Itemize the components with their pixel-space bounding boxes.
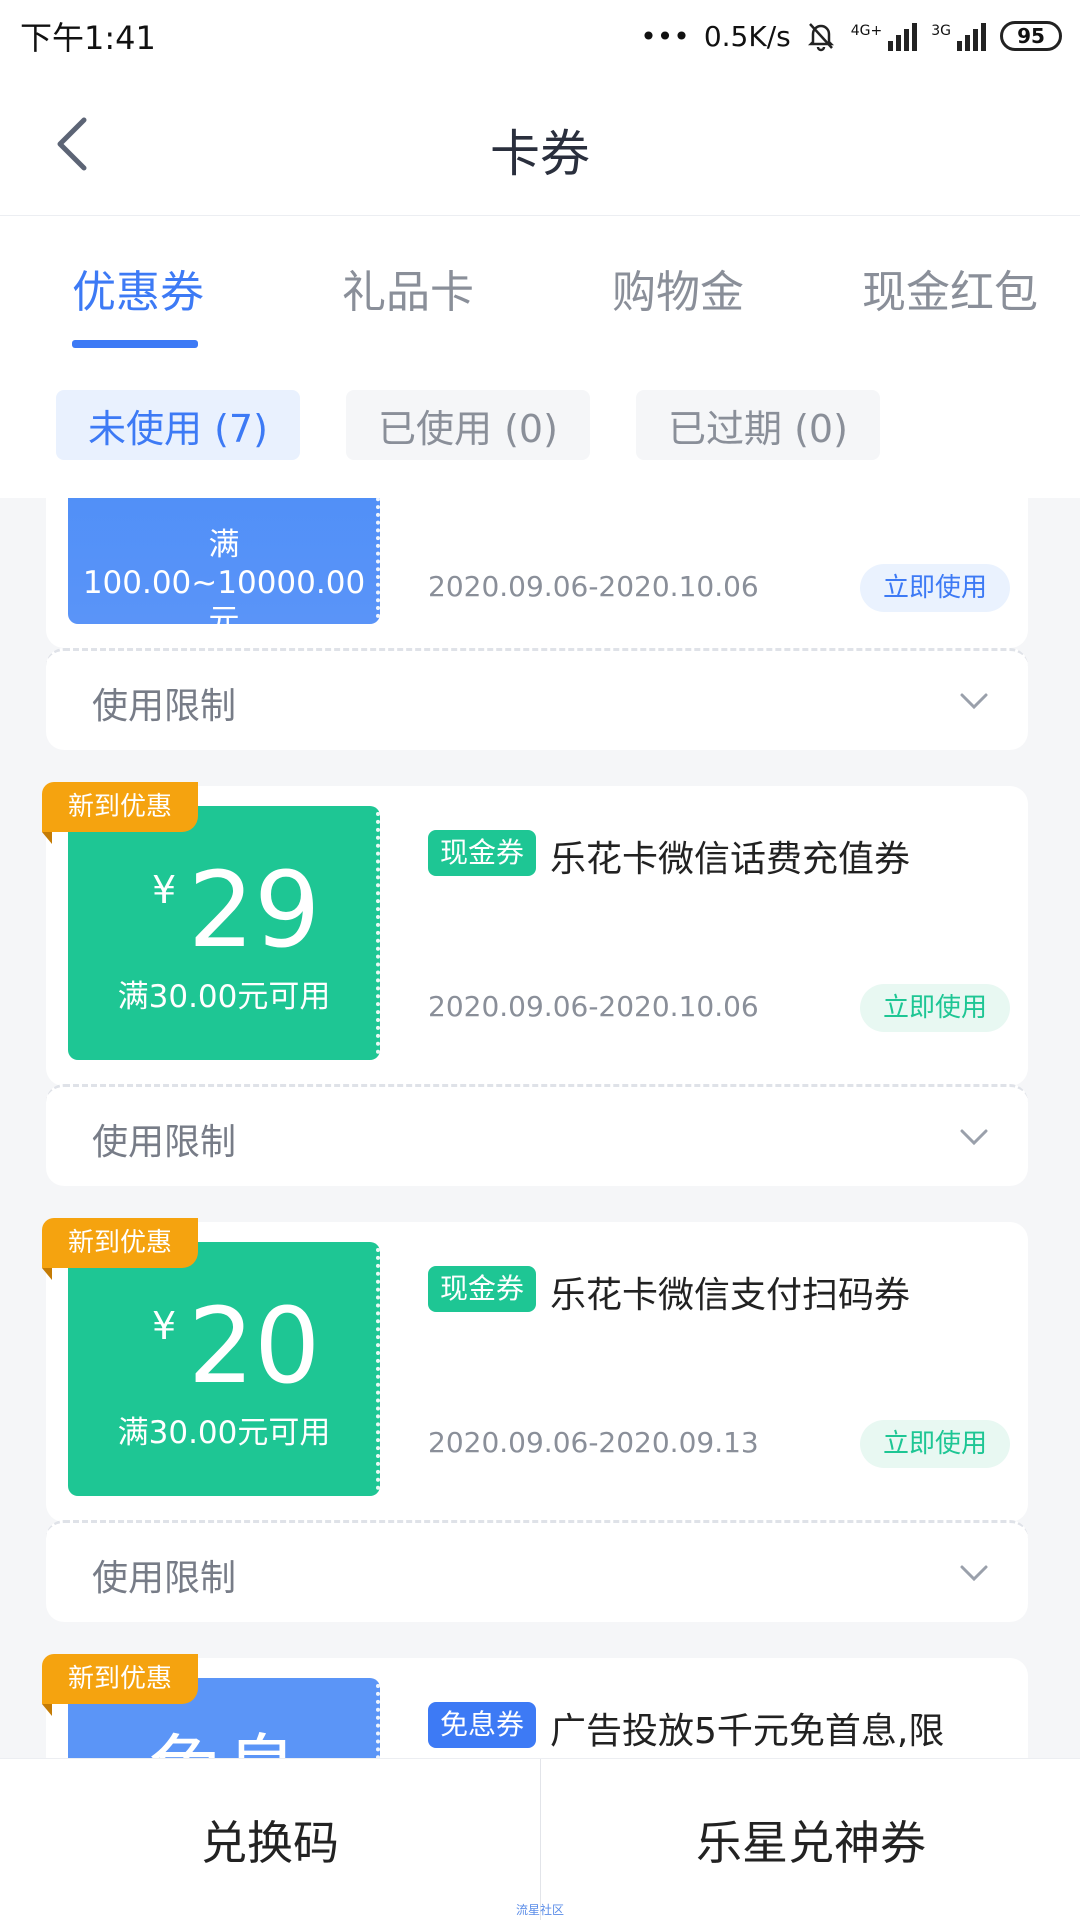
coupon-validity: 2020.09.06-2020.10.06	[428, 990, 759, 1023]
coupon-card: 新到优惠 ¥ 29 满30.00元可用 现金券 乐花卡微信话费充值券 2020.…	[42, 782, 1028, 1086]
currency-symbol: ¥	[152, 868, 177, 912]
new-offer-badge: 新到优惠	[42, 1218, 198, 1280]
page-title: 卡券	[490, 125, 590, 183]
coupon-validity: 2020.09.06-2020.10.06	[428, 570, 759, 603]
use-now-button[interactable]: 立即使用	[860, 1420, 1010, 1468]
tab-gift-cards[interactable]: 礼品卡	[342, 256, 474, 320]
coupon-title: 广告投放5千元免首息,限	[550, 1711, 945, 1752]
usage-limit-label: 使用限制	[92, 1122, 237, 1163]
bottom-action-bar: 兑换码 乐星兑神券 流星社区	[0, 1758, 1080, 1920]
usage-limit-row[interactable]: 使用限制	[46, 1084, 1028, 1186]
signal-icon	[888, 21, 918, 51]
coupon-list[interactable]: 满100.00~10000.00元 2020.09.06-2020.10.06 …	[0, 498, 1080, 1758]
coupon-condition: 满100.00~10000.00元	[82, 527, 366, 639]
network-type-2: 3G	[931, 22, 951, 39]
battery-icon: 95	[1000, 21, 1062, 51]
tab-indicator	[72, 340, 198, 348]
tab-shopping-gold[interactable]: 购物金	[612, 256, 744, 320]
coupon-validity: 2020.09.06-2020.09.13	[428, 1426, 759, 1459]
chevron-down-icon	[960, 1565, 988, 1582]
usage-limit-row[interactable]: 使用限制	[46, 1520, 1028, 1622]
chevron-down-icon	[960, 1129, 988, 1146]
new-offer-badge: 新到优惠	[42, 782, 198, 844]
coupon-type-tag: 免息券	[428, 1702, 537, 1748]
header: 卡券	[0, 72, 1080, 216]
usage-limit-label: 使用限制	[92, 1558, 237, 1599]
coupon-type-tag: 现金券	[428, 1266, 537, 1312]
filter-unused[interactable]: 未使用 (7)	[56, 390, 300, 460]
filter-expired[interactable]: 已过期 (0)	[636, 390, 880, 460]
currency-symbol: ¥	[152, 1304, 177, 1348]
signal-icon-2	[957, 21, 986, 51]
status-icons: ••• 0.5K/s 4G+ 3G 95	[640, 20, 1062, 53]
coupon-amount: ¥ 29	[68, 850, 380, 970]
status-bar: 下午1:41 ••• 0.5K/s 4G+ 3G 95	[0, 0, 1080, 72]
amount-value: 20	[188, 1285, 321, 1407]
coupon-condition: 满30.00元可用	[117, 1415, 331, 1451]
bell-muted-icon	[807, 23, 834, 52]
tab-bar: 优惠券 礼品卡 购物金 现金红包	[0, 216, 1080, 360]
more-dots-icon: •••	[640, 19, 690, 53]
use-now-button[interactable]: 立即使用	[860, 564, 1010, 612]
usage-limit-row[interactable]: 使用限制	[46, 648, 1028, 750]
tab-coupons[interactable]: 优惠券	[72, 256, 204, 320]
amount-value: 29	[188, 849, 321, 971]
network-speed: 0.5K/s	[703, 19, 791, 53]
redeem-code-button[interactable]: 兑换码	[0, 1759, 540, 1920]
tab-cash-red-packet[interactable]: 现金红包	[862, 256, 1038, 320]
coupon-card: 新到优惠 免息 免息券 广告投放5千元免首息,限	[42, 1654, 1028, 1758]
coupon-face: ¥ 20 满30.00元可用	[68, 1242, 380, 1496]
chevron-down-icon	[960, 693, 988, 710]
coupon-title: 乐花卡微信支付扫码券	[550, 1275, 911, 1316]
star-redeem-button[interactable]: 乐星兑神券	[541, 1759, 1080, 1920]
use-now-button[interactable]: 立即使用	[860, 984, 1010, 1032]
network-type-1: 4G+	[850, 22, 883, 39]
coupon-face: 满100.00~10000.00元	[68, 498, 380, 639]
watermark: 流星社区	[515, 1903, 564, 1917]
status-filter: 未使用 (7) 已使用 (0) 已过期 (0)	[0, 360, 1080, 498]
coupon-type-tag: 现金券	[428, 830, 537, 876]
filter-used[interactable]: 已使用 (0)	[346, 390, 590, 460]
coupon-title: 乐花卡微信话费充值券	[550, 839, 911, 880]
coupon-amount-text: 免息	[76, 1726, 372, 1758]
usage-limit-label: 使用限制	[92, 686, 237, 727]
coupon-card: 满100.00~10000.00元 2020.09.06-2020.10.06 …	[46, 498, 1028, 648]
coupon-face: ¥ 29 满30.00元可用	[68, 806, 380, 1060]
coupon-condition: 满30.00元可用	[117, 979, 331, 1015]
coupon-amount: ¥ 20	[68, 1286, 380, 1406]
status-time: 下午1:41	[20, 19, 156, 57]
new-offer-badge: 新到优惠	[42, 1654, 198, 1716]
coupon-card: 新到优惠 ¥ 20 满30.00元可用 现金券 乐花卡微信支付扫码券 2020.…	[42, 1218, 1028, 1522]
